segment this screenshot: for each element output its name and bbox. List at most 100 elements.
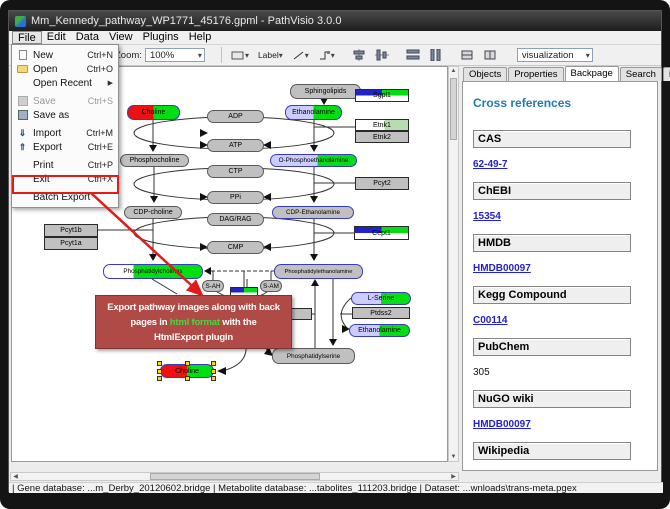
cas-link[interactable]: 62-49-7 <box>473 159 507 170</box>
selection-handle[interactable] <box>185 376 190 381</box>
selection-handle[interactable] <box>211 369 216 374</box>
selection-handle[interactable] <box>211 376 216 381</box>
metabolite-node-cmp[interactable]: CMP <box>207 241 264 254</box>
import-icon: ⇓ <box>15 127 30 139</box>
tab-objects[interactable]: Objects <box>463 67 507 81</box>
menu-item-exit[interactable]: ExitCtrl+X <box>12 172 118 186</box>
title-bar: Mm_Kennedy_pathway_WP1771_45176.gpml - P… <box>9 11 661 31</box>
line-tool-button[interactable]: ▾ <box>289 47 312 64</box>
label-tool-button[interactable]: Label ▾ <box>255 47 286 64</box>
scroll-left-icon[interactable]: ◀ <box>11 473 20 480</box>
metabolite-node-ethanolamine-lower[interactable]: Ethanolamine <box>349 324 410 337</box>
menu-plugins[interactable]: Plugins <box>138 31 184 44</box>
new-document-icon <box>15 49 30 61</box>
metabolite-node-phosphatidylserine[interactable]: Phosphatidylserine <box>272 348 355 364</box>
section-header-kegg: Kegg Compound <box>473 286 631 304</box>
common-width-button[interactable] <box>457 47 477 64</box>
gene-node-etnk1[interactable]: Etnk1 <box>355 119 409 131</box>
metabolite-node-sah[interactable]: S-AH <box>202 280 224 292</box>
metabolite-node-l-serine[interactable]: L-Serine <box>351 292 411 305</box>
selection-handle[interactable] <box>157 361 162 366</box>
metabolite-node-adp[interactable]: ADP <box>207 110 264 123</box>
scrollbar-thumb[interactable] <box>450 78 457 140</box>
tab-legend[interactable]: Legend <box>663 67 670 81</box>
common-height-button[interactable] <box>480 47 500 64</box>
menu-item-batch-export[interactable]: Batch Export <box>12 190 118 204</box>
connector-tool-icon <box>318 50 331 61</box>
open-folder-icon <box>15 63 30 75</box>
connector-tool-button[interactable]: ▾ <box>315 47 338 64</box>
metabolite-node-o-phosphoethanolamine[interactable]: O-Phosphoethanolamine <box>270 154 357 167</box>
align-center-vertical-button[interactable] <box>349 47 369 64</box>
gene-node-pcyt1b[interactable]: Pcyt1b <box>44 224 98 237</box>
menu-help[interactable]: Help <box>184 31 217 44</box>
menu-edit[interactable]: Edit <box>42 31 71 44</box>
menu-view[interactable]: View <box>104 31 138 44</box>
export-icon: ⇑ <box>15 141 30 153</box>
metabolite-node-sphingolipids[interactable]: Sphingolipids <box>290 84 361 99</box>
selection-handle[interactable] <box>211 361 216 366</box>
zoom-combobox[interactable]: 100% ▾ <box>145 48 205 62</box>
metabolite-node-ethanolamine[interactable]: Ethanolamine <box>285 105 342 120</box>
menu-item-save-as[interactable]: Save as <box>12 108 118 122</box>
metabolite-node-dag[interactable]: DAG/RAG <box>207 213 264 226</box>
scroll-down-icon[interactable]: ▼ <box>449 454 458 460</box>
distribute-horizontal-button[interactable] <box>403 47 423 64</box>
nugo-link[interactable]: HMDB00097 <box>473 419 531 430</box>
menu-item-print[interactable]: PrintCtrl+P <box>12 158 118 172</box>
selection-handle[interactable] <box>185 361 190 366</box>
visualization-combobox[interactable]: visualization ▾ <box>517 48 593 62</box>
menu-file[interactable]: File <box>12 31 42 44</box>
metabolite-node-phosphatidylethanolamine[interactable]: Phosphatidylethanolamine <box>274 264 363 279</box>
horizontal-scrollbar[interactable]: ◀ ▶ <box>10 472 459 481</box>
callout-line1: Export pathway images along with back <box>96 300 291 315</box>
menu-item-new[interactable]: NewCtrl+N <box>12 48 118 62</box>
menu-bar: File Edit Data View Plugins Help <box>9 31 661 45</box>
gene-node-ptdss2[interactable]: Ptdss2 <box>352 307 410 319</box>
gene-node-pcyt2[interactable]: Pcyt2 <box>355 177 409 190</box>
chebi-link[interactable]: 15354 <box>473 211 501 222</box>
kegg-link[interactable]: C00114 <box>473 315 507 326</box>
menu-item-open[interactable]: OpenCtrl+O <box>12 62 118 76</box>
metabolite-node-atp[interactable]: ATP <box>207 139 264 152</box>
menu-item-import[interactable]: ⇓ImportCtrl+M <box>12 126 118 140</box>
gene-node-cept1[interactable]: Cept1 <box>354 226 409 240</box>
chevron-down-icon: ▾ <box>305 51 309 60</box>
distribute-vertical-button[interactable] <box>426 47 446 64</box>
tab-properties[interactable]: Properties <box>508 67 563 81</box>
metabolite-node-cdp-ethanolamine[interactable]: CDP-Ethanolamine <box>272 206 354 219</box>
selection-handle[interactable] <box>157 369 162 374</box>
menu-item-export[interactable]: ⇑ExportCtrl+E <box>12 140 118 154</box>
gene-node-etnk2[interactable]: Etnk2 <box>355 131 409 143</box>
metabolite-node-choline[interactable]: Choline <box>127 105 180 120</box>
metabolite-node-phosphocholine[interactable]: Phosphocholine <box>120 154 189 167</box>
gene-node-sgpl1[interactable]: Sgpl1 <box>355 89 409 102</box>
scrollbar-track[interactable] <box>20 473 449 480</box>
status-bar: | Gene database: ...m_Derby_20120602.bri… <box>9 482 663 493</box>
menu-item-open-recent[interactable]: Open Recent▶ <box>12 76 118 90</box>
menu-data[interactable]: Data <box>71 31 104 44</box>
metabolite-node-cdp-choline[interactable]: CDP-choline <box>124 206 182 219</box>
tab-search[interactable]: Search <box>620 67 662 81</box>
small-gene-node[interactable] <box>290 308 312 320</box>
scrollbar-thumb[interactable] <box>150 473 320 480</box>
selection-handle[interactable] <box>157 376 162 381</box>
gene-node-pcyt1a[interactable]: Pcyt1a <box>44 237 98 250</box>
metabolite-node-ctp[interactable]: CTP <box>207 165 264 178</box>
datanode-tool-button[interactable]: ▾ <box>228 47 252 64</box>
section-header-chebi: ChEBI <box>473 182 631 200</box>
hmdb-link[interactable]: HMDB00097 <box>473 263 531 274</box>
align-center-horizontal-button[interactable] <box>372 47 392 64</box>
tab-backpage[interactable]: Backpage <box>565 66 619 81</box>
scroll-right-icon[interactable]: ▶ <box>449 473 458 480</box>
metabolite-node-phosphatidylcholines[interactable]: Phosphatidylcholines <box>103 264 203 279</box>
align-center-horizontal-icon <box>375 49 389 61</box>
menu-item-save[interactable]: SaveCtrl+S <box>12 94 118 108</box>
backpage-panel: Cross references CAS 62-49-7 ChEBI 15354… <box>462 81 658 471</box>
scroll-up-icon[interactable]: ▲ <box>449 68 458 74</box>
submenu-arrow-icon: ▶ <box>108 79 113 87</box>
metabolite-node-ppi[interactable]: PPi <box>207 191 264 204</box>
metabolite-node-sam[interactable]: S-AM <box>260 280 282 292</box>
vertical-scrollbar[interactable]: ▲ ▼ <box>448 66 459 462</box>
chevron-down-icon: ▾ <box>245 51 249 60</box>
